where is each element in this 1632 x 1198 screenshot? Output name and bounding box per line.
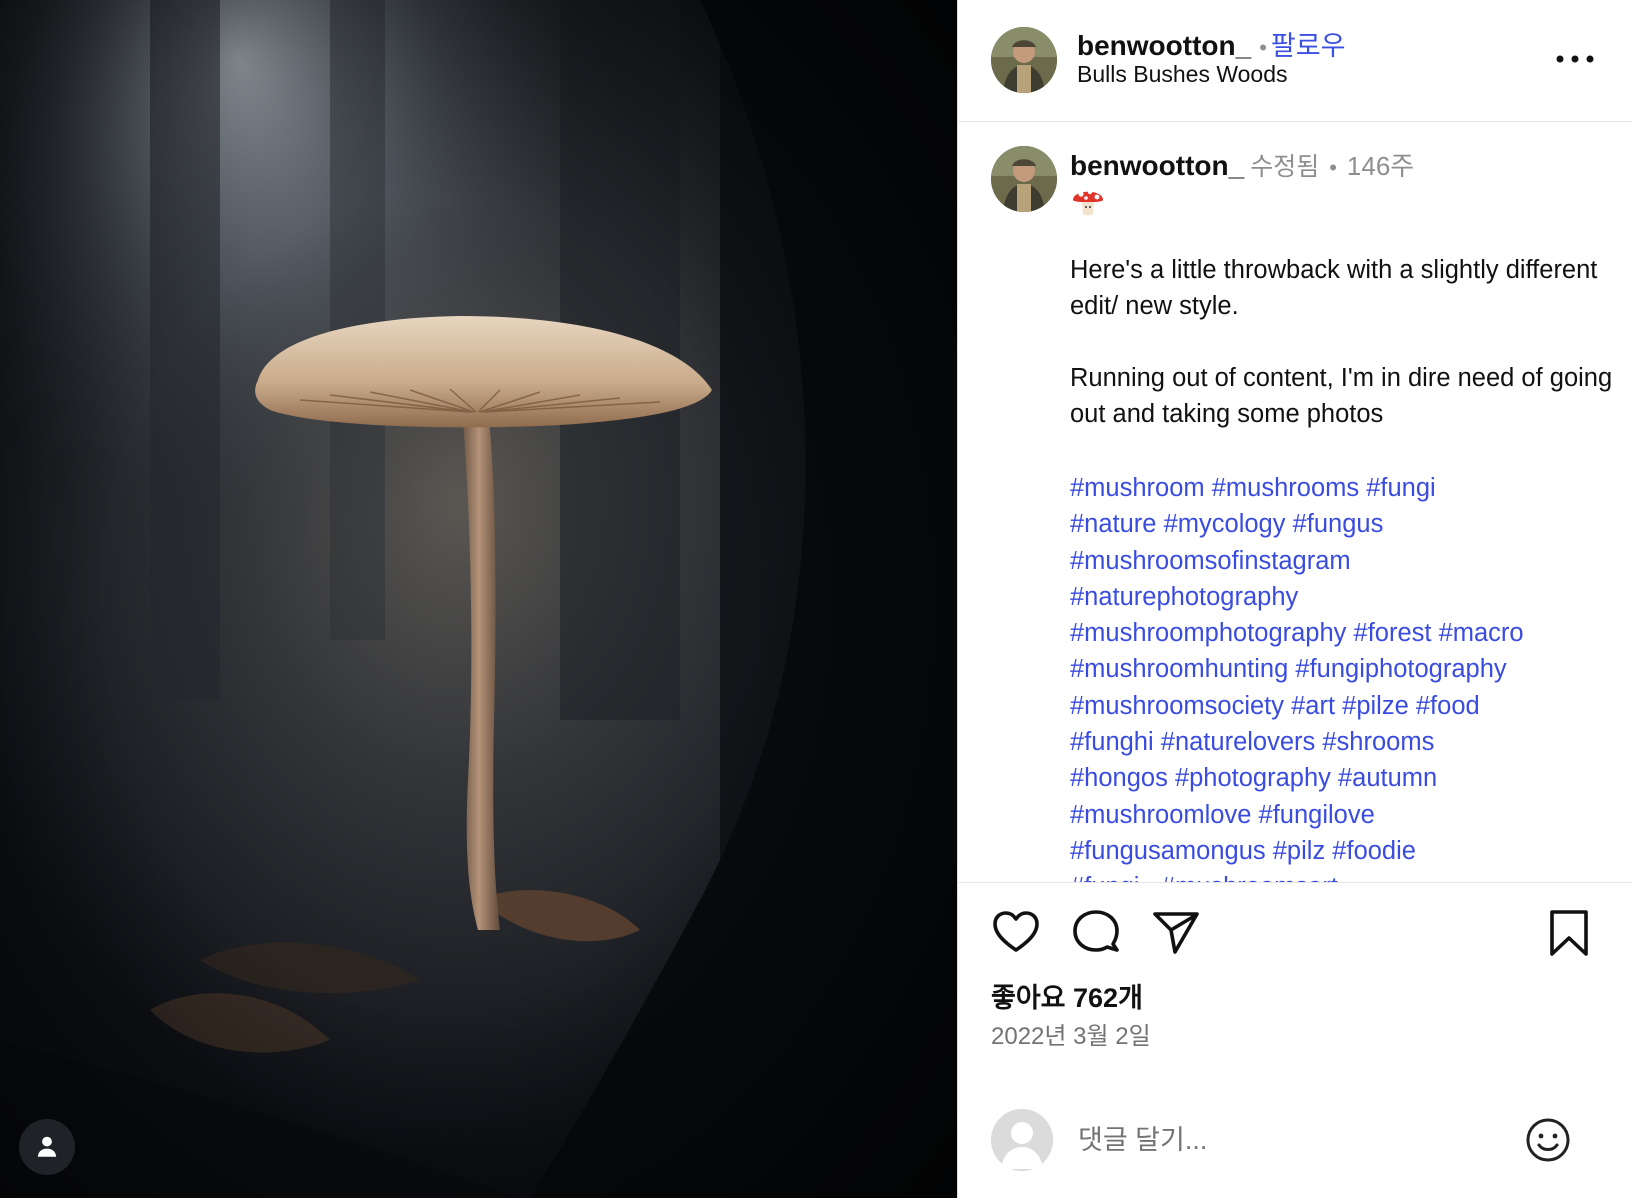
author-username[interactable]: benwootton_: [1077, 30, 1251, 61]
emoji-picker-button[interactable]: [1523, 1115, 1573, 1165]
hashtag-link[interactable]: #mushroomhunting: [1070, 655, 1288, 683]
more-options-button[interactable]: [1552, 44, 1598, 74]
hashtag-link[interactable]: #food: [1416, 692, 1480, 720]
hashtag-link[interactable]: #mushroomphotography: [1070, 619, 1346, 647]
hashtag-line: #mushroomphotography #forest #macro: [1070, 615, 1620, 651]
caption-username[interactable]: benwootton_: [1070, 150, 1244, 181]
hashtag-link[interactable]: #macro: [1439, 619, 1524, 647]
hashtag-line: #mushroomhunting #fungiphotography: [1070, 651, 1620, 687]
hashtag-link[interactable]: #fungilove: [1259, 801, 1375, 829]
caption-paragraph: Here's a little throwback with a slightl…: [1070, 256, 1598, 320]
caption-paragraph: Running out of content, I'm in dire need…: [1070, 364, 1613, 428]
hashtag-link[interactable]: #mycology: [1164, 510, 1286, 538]
hashtag-link[interactable]: #art: [1291, 692, 1335, 720]
comment-button[interactable]: [1071, 908, 1121, 958]
hashtag-line: #fungusamongus #pilz #foodie: [1070, 833, 1620, 869]
mushroom-photo-illustration: [0, 0, 957, 1198]
post-photo[interactable]: [0, 0, 957, 1198]
hashtag-line: #mushroom #mushrooms #fungi: [1070, 470, 1620, 506]
viewer-avatar: [991, 1109, 1053, 1171]
tagged-users-button[interactable]: [19, 1119, 75, 1175]
post-location[interactable]: Bulls Bushes Woods: [1077, 61, 1288, 88]
person-icon: [37, 1136, 57, 1157]
post-header: benwootton_ • 팔로우 Bulls Bushes Woods: [958, 0, 1632, 122]
hashtag-link[interactable]: #hongos: [1070, 764, 1168, 792]
hashtag-link[interactable]: #mushroomsociety: [1070, 692, 1284, 720]
hashtag-link[interactable]: #fungi_: [1070, 873, 1154, 882]
mushroom-emoji-icon: [1073, 189, 1103, 216]
hashtag-link[interactable]: #naturephotography: [1070, 583, 1298, 611]
hashtag-line: #nature #mycology #fungus: [1070, 506, 1620, 542]
instagram-post-view: benwootton_ • 팔로우 Bulls Bushes Woods ben…: [0, 0, 1632, 1198]
add-comment-row: [958, 1100, 1632, 1180]
edited-label: 수정됨: [1250, 153, 1320, 181]
hashtag-link[interactable]: #mushroomlove: [1070, 801, 1251, 829]
hashtag-link[interactable]: #nature: [1070, 510, 1157, 538]
save-button[interactable]: [1544, 908, 1594, 958]
hashtag-link[interactable]: #fungus: [1293, 510, 1384, 538]
hashtag-line: #mushroomsociety #art #pilze #food: [1070, 688, 1620, 724]
hashtag-link[interactable]: #mushroomsofinstagram: [1070, 547, 1351, 575]
hashtag-link[interactable]: #mushroom: [1070, 474, 1205, 502]
avatar-image-icon: [991, 146, 1057, 212]
comment-icon: [1073, 910, 1119, 952]
hashtag-link[interactable]: #foodie: [1332, 837, 1416, 865]
hashtag-line: #mushroomlove #fungilove: [1070, 797, 1620, 833]
post-actions-bar: [958, 890, 1632, 960]
hashtag-link[interactable]: #fungiphotography: [1295, 655, 1506, 683]
post-date[interactable]: 2022년 3월 2일: [991, 1016, 1151, 1051]
hashtag-line: #funghi #naturelovers #shrooms: [1070, 724, 1620, 760]
hashtag-link[interactable]: #mushroomsart: [1161, 873, 1338, 882]
hashtag-link[interactable]: #shrooms: [1322, 728, 1434, 756]
hashtag-link[interactable]: #mushrooms: [1212, 474, 1359, 502]
share-button[interactable]: [1151, 908, 1201, 958]
like-button[interactable]: [991, 908, 1041, 958]
more-horizontal-icon: [1556, 55, 1594, 63]
hashtag-link[interactable]: #photography: [1175, 764, 1331, 792]
hashtag-link[interactable]: #fungusamongus: [1070, 837, 1266, 865]
hashtag-line: #fungi_ #mushroomsart: [1070, 869, 1620, 882]
hashtag-list: #mushroom #mushrooms #fungi #nature #myco…: [1070, 470, 1620, 882]
follow-button[interactable]: 팔로우: [1271, 31, 1346, 61]
hashtag-line: #mushroomsofinstagram: [1070, 543, 1620, 579]
post-time-ago[interactable]: 146주: [1347, 151, 1414, 181]
author-avatar[interactable]: [991, 27, 1057, 93]
likes-count[interactable]: 좋아요 762개: [991, 976, 1143, 1015]
hashtag-link[interactable]: #pilz: [1273, 837, 1325, 865]
separator-dot: •: [1329, 155, 1337, 180]
caption-header: benwootton_ 수정됨 • 146주: [1070, 146, 1414, 183]
comment-input[interactable]: [1076, 1116, 1480, 1164]
hashtag-line: #naturephotography: [1070, 579, 1620, 615]
hashtag-link[interactable]: #forest: [1354, 619, 1432, 647]
heart-icon: [993, 911, 1039, 952]
hashtag-link[interactable]: #pilze: [1342, 692, 1409, 720]
caption-author-avatar[interactable]: [991, 146, 1057, 212]
smiley-icon: [1526, 1118, 1570, 1162]
hashtag-link[interactable]: #funghi: [1070, 728, 1154, 756]
hashtag-link[interactable]: #autumn: [1338, 764, 1437, 792]
avatar-image-icon: [991, 27, 1057, 93]
header-user-line: benwootton_ • 팔로우: [1077, 24, 1345, 63]
default-avatar-icon: [991, 1109, 1053, 1171]
hashtag-line: #hongos #photography #autumn: [1070, 760, 1620, 796]
share-icon: [1153, 912, 1199, 954]
hashtag-link[interactable]: #fungi: [1366, 474, 1435, 502]
caption-text: Here's a little throwback with a slightl…: [1070, 252, 1615, 432]
hashtag-link[interactable]: #naturelovers: [1161, 728, 1316, 756]
post-side-panel: benwootton_ • 팔로우 Bulls Bushes Woods ben…: [957, 0, 1632, 1198]
caption-scroll-area[interactable]: benwootton_ 수정됨 • 146주 Here's a little thro…: [958, 122, 1632, 883]
bookmark-icon: [1550, 910, 1588, 956]
separator-dot: •: [1259, 35, 1267, 60]
